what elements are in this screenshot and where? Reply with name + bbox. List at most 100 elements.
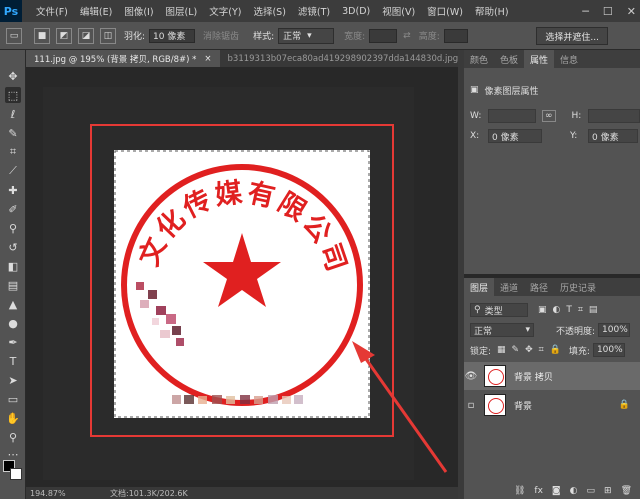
intersect-selection-icon[interactable]: ◫ (100, 27, 116, 44)
x-label: X: (470, 131, 480, 141)
filter-icons[interactable]: ▣◐T⌗▤ (538, 305, 603, 315)
height-field[interactable] (587, 109, 640, 123)
opacity-input[interactable]: 100% (598, 323, 631, 337)
type-tool-icon[interactable]: T (5, 353, 21, 369)
layers-panel: 图层 通道 路径 历史记录 ⚲ 类型 ▣◐T⌗▤ 正常 ▾ 不透明度: 100% 锁… (464, 278, 640, 499)
tab-properties[interactable]: 属性 (524, 50, 555, 68)
blend-mode-select[interactable]: 正常 ▾ (470, 323, 534, 337)
menu-type[interactable]: 文字(Y) (203, 4, 247, 18)
close-icon[interactable]: × (204, 54, 211, 64)
quick-select-tool-icon[interactable]: ✎ (5, 125, 21, 141)
fill-label: 填充: (568, 346, 590, 357)
menu-window[interactable]: 窗口(W) (421, 4, 469, 18)
visibility-eye-icon[interactable]: 👁 (464, 362, 478, 390)
menu-layer[interactable]: 图层(L) (160, 4, 204, 18)
subtract-selection-icon[interactable]: ◪ (78, 27, 94, 44)
y-field[interactable]: 0 像素 (588, 129, 638, 143)
shape-tool-icon[interactable]: ▭ (5, 391, 21, 407)
chevron-down-icon: ▾ (307, 30, 312, 41)
delete-layer-icon[interactable]: 🗑 (621, 486, 632, 496)
layer-name: 背景 (514, 401, 533, 412)
menu-file[interactable]: 文件(F) (30, 4, 74, 18)
background-color[interactable] (10, 468, 22, 480)
document-size: 文档:101.3K/202.6K (110, 488, 188, 498)
move-tool-icon[interactable]: ✥ (5, 68, 21, 84)
h-label: H: (571, 111, 582, 121)
canvas-area[interactable]: 文化传媒有限公司 (26, 67, 458, 487)
eraser-tool-icon[interactable]: ◧ (5, 258, 21, 274)
menu-bar: Ps 文件(F) 编辑(E) 图像(I) 图层(L) 文字(Y) 选择(S) 滤… (0, 0, 640, 22)
marquee-tool-icon[interactable]: ⬚ (5, 87, 21, 103)
tab-label: b3119313b07eca80ad419298902397dda144830d… (227, 53, 459, 64)
layers-panel-tabs: 图层 通道 路径 历史记录 (464, 278, 640, 296)
pen-tool-icon[interactable]: ✒ (5, 334, 21, 350)
height-label: 高度: (418, 32, 440, 42)
close-icon[interactable]: ✕ (627, 5, 636, 18)
layer-item-background-copy[interactable]: 👁 背景 拷贝 (464, 362, 640, 390)
lock-label: 锁定: (470, 346, 492, 357)
eyedropper-tool-icon[interactable]: ⟋ (5, 163, 21, 179)
opacity-label: 不透明度: (556, 326, 596, 337)
layer-item-background[interactable]: ▫ 背景 🔒 (464, 391, 640, 419)
window-controls: ─ ☐ ✕ (582, 0, 636, 22)
tab-layers[interactable]: 图层 (464, 278, 495, 296)
width-label: 宽度: (344, 32, 366, 42)
tab-channels[interactable]: 通道 (494, 278, 524, 296)
tab-info[interactable]: 信息 (554, 50, 584, 68)
layer-name: 背景 拷贝 (514, 372, 553, 383)
link-icon[interactable]: ∞ (542, 110, 556, 122)
new-layer-icon[interactable]: ⊞ (604, 486, 612, 496)
zoom-level[interactable]: 194.87% (26, 489, 86, 498)
tools-panel: ✥ ⬚ ℓ ✎ ⌗ ⟋ ✚ ✐ ⚲ ↺ ◧ ▤ ▲ ● ✒ T ➤ ▭ ✋ ⚲ … (0, 50, 26, 499)
marquee-preset-icon[interactable]: ▭ (6, 27, 22, 44)
tab-color[interactable]: 颜色 (464, 50, 494, 68)
lock-icons[interactable]: ▦✎✥⌗🔒 (497, 345, 567, 355)
visibility-toggle-empty[interactable]: ▫ (464, 391, 478, 419)
tab-swatches[interactable]: 色板 (494, 50, 524, 68)
blur-tool-icon[interactable]: ▲ (5, 296, 21, 312)
height-input[interactable] (443, 28, 468, 43)
path-select-tool-icon[interactable]: ➤ (5, 372, 21, 388)
fx-icon[interactable]: fx (534, 486, 543, 496)
lasso-tool-icon[interactable]: ℓ (5, 106, 21, 122)
menu-image[interactable]: 图像(I) (118, 4, 159, 18)
add-mask-icon[interactable]: ◙ (552, 486, 561, 496)
select-and-mask-button[interactable]: 选择并遮住... (536, 27, 608, 45)
history-brush-tool-icon[interactable]: ↺ (5, 239, 21, 255)
gradient-tool-icon[interactable]: ▤ (5, 277, 21, 293)
new-selection-icon[interactable]: ■ (34, 27, 50, 44)
menu-filter[interactable]: 滤镜(T) (292, 4, 336, 18)
link-layers-icon[interactable]: ⛓ (514, 486, 525, 496)
group-icon[interactable]: ▭ (587, 486, 596, 496)
brush-tool-icon[interactable]: ✐ (5, 201, 21, 217)
tab-document-2[interactable]: b3119313b07eca80ad419298902397dda144830d… (220, 50, 467, 67)
add-selection-icon[interactable]: ◩ (56, 27, 72, 44)
zoom-tool-icon[interactable]: ⚲ (5, 429, 21, 445)
fill-input[interactable]: 100% (592, 343, 625, 357)
crop-tool-icon[interactable]: ⌗ (5, 144, 21, 160)
menu-view[interactable]: 视图(V) (376, 4, 421, 18)
maximize-icon[interactable]: ☐ (603, 5, 613, 18)
clone-stamp-tool-icon[interactable]: ⚲ (5, 220, 21, 236)
color-swatches[interactable] (3, 460, 23, 482)
width-field[interactable] (488, 109, 536, 123)
style-select[interactable]: 正常 ▾ (278, 27, 335, 44)
dodge-tool-icon[interactable]: ● (5, 315, 21, 331)
feather-input[interactable]: 10 像素 (149, 28, 196, 43)
tab-paths[interactable]: 路径 (524, 278, 554, 296)
menu-help[interactable]: 帮助(H) (469, 4, 515, 18)
adjustment-icon[interactable]: ◐ (570, 486, 578, 496)
tab-history[interactable]: 历史记录 (554, 278, 602, 296)
width-input[interactable] (369, 28, 398, 43)
menu-edit[interactable]: 编辑(E) (74, 4, 118, 18)
swap-icon[interactable]: ⇄ (403, 31, 411, 41)
healing-tool-icon[interactable]: ✚ (5, 182, 21, 198)
tab-document-1[interactable]: 111.jpg @ 195% (背景 拷贝, RGB/8#) * × (26, 50, 220, 67)
menu-3d[interactable]: 3D(D) (336, 6, 376, 17)
hand-tool-icon[interactable]: ✋ (5, 410, 21, 426)
x-field[interactable]: 0 像素 (488, 129, 542, 143)
menu-select[interactable]: 选择(S) (247, 4, 291, 18)
antialias-checkbox[interactable]: 消除锯齿 (203, 29, 239, 42)
layer-filter-select[interactable]: ⚲ 类型 (470, 303, 528, 317)
minimize-icon[interactable]: ─ (582, 5, 589, 18)
